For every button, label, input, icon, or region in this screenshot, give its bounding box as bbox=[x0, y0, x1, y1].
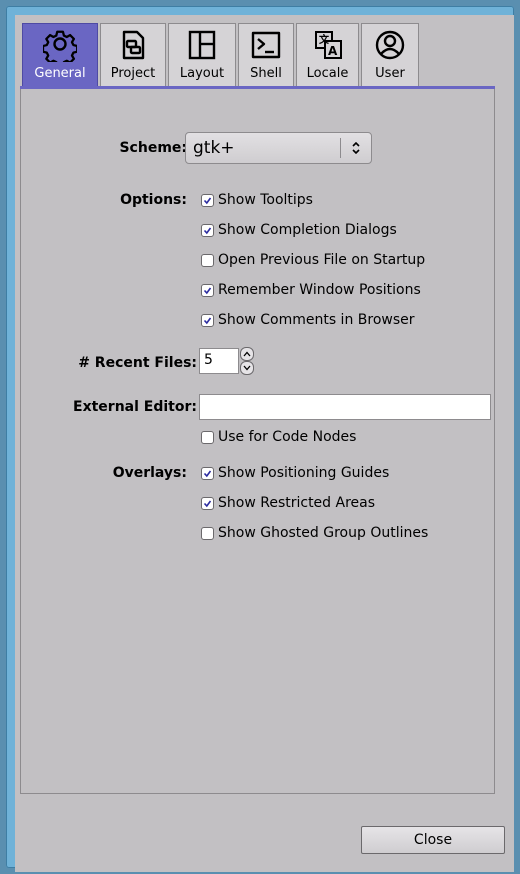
overlay-show-ghosted-group-outlines[interactable]: Show Ghosted Group Outlines bbox=[201, 523, 428, 543]
recent-files-label: # Recent Files: bbox=[78, 355, 197, 371]
checkbox-label: Show Completion Dialogs bbox=[218, 222, 397, 238]
overlays-label: Overlays: bbox=[112, 465, 187, 481]
checkbox-label: Show Tooltips bbox=[218, 192, 313, 208]
tab-label: Locale bbox=[306, 66, 349, 81]
close-button[interactable]: Close bbox=[361, 826, 505, 854]
checkbox[interactable] bbox=[201, 313, 214, 327]
checkbox[interactable] bbox=[201, 526, 214, 540]
overlay-show-positioning-guides[interactable]: Show Positioning Guides bbox=[201, 463, 389, 483]
checkbox[interactable] bbox=[201, 193, 214, 207]
gear-icon bbox=[43, 30, 77, 62]
checkbox-label: Use for Code Nodes bbox=[218, 429, 357, 445]
tab-label: Layout bbox=[179, 66, 225, 81]
tab-label: User bbox=[375, 66, 405, 81]
checkbox[interactable] bbox=[201, 496, 214, 510]
tab-user[interactable]: User bbox=[361, 23, 419, 86]
tab-layout[interactable]: Layout bbox=[168, 23, 236, 86]
terminal-icon bbox=[251, 31, 281, 59]
checkbox-label: Show Comments in Browser bbox=[218, 312, 415, 328]
tab-label: Project bbox=[110, 66, 156, 81]
options-label: Options: bbox=[120, 192, 187, 208]
chevron-down-icon bbox=[243, 365, 251, 371]
external-editor-label: External Editor: bbox=[73, 399, 197, 415]
checkbox[interactable] bbox=[201, 283, 214, 297]
chevron-up-icon bbox=[243, 351, 251, 357]
tab-bar: General Project Layout Shell 文 A Locale … bbox=[22, 23, 421, 86]
scheme-select[interactable]: gtk+ bbox=[185, 132, 372, 164]
checkbox[interactable] bbox=[201, 253, 214, 267]
option-show-tooltips[interactable]: Show Tooltips bbox=[201, 190, 313, 210]
checkbox[interactable] bbox=[201, 430, 214, 444]
increment-button[interactable] bbox=[240, 347, 254, 361]
translate-icon: 文 A bbox=[314, 31, 342, 59]
checkbox-label: Remember Window Positions bbox=[218, 282, 421, 298]
recent-files-input[interactable]: 5 bbox=[199, 348, 239, 374]
project-icon bbox=[122, 30, 145, 60]
option-show-comments[interactable]: Show Comments in Browser bbox=[201, 310, 415, 330]
scheme-value: gtk+ bbox=[193, 138, 235, 158]
checkbox-label: Open Previous File on Startup bbox=[218, 252, 426, 268]
checkbox-label: Show Ghosted Group Outlines bbox=[218, 525, 429, 541]
locale-icon-letter: A bbox=[328, 44, 338, 58]
tab-label: Shell bbox=[250, 66, 282, 81]
tab-label: General bbox=[34, 66, 86, 81]
tab-project[interactable]: Project bbox=[100, 23, 166, 86]
tab-general[interactable]: General bbox=[22, 23, 98, 86]
overlay-show-restricted-areas[interactable]: Show Restricted Areas bbox=[201, 493, 375, 513]
option-remember-window-positions[interactable]: Remember Window Positions bbox=[201, 280, 421, 300]
recent-files-stepper bbox=[240, 347, 254, 375]
checkbox[interactable] bbox=[201, 223, 214, 237]
layout-icon bbox=[188, 30, 216, 60]
option-open-previous-file[interactable]: Open Previous File on Startup bbox=[201, 250, 425, 270]
checkbox-label: Show Restricted Areas bbox=[218, 495, 376, 511]
decrement-button[interactable] bbox=[240, 361, 254, 375]
up-down-arrows-icon bbox=[341, 142, 371, 154]
option-show-completion-dialogs[interactable]: Show Completion Dialogs bbox=[201, 220, 397, 240]
option-use-for-code-nodes[interactable]: Use for Code Nodes bbox=[201, 427, 356, 447]
tab-shell[interactable]: Shell bbox=[238, 23, 294, 86]
checkbox[interactable] bbox=[201, 466, 214, 480]
checkbox-label: Show Positioning Guides bbox=[218, 465, 390, 481]
scheme-label: Scheme: bbox=[119, 140, 187, 156]
external-editor-input[interactable] bbox=[199, 394, 491, 420]
user-icon bbox=[375, 30, 405, 60]
tab-locale[interactable]: 文 A Locale bbox=[296, 23, 359, 86]
